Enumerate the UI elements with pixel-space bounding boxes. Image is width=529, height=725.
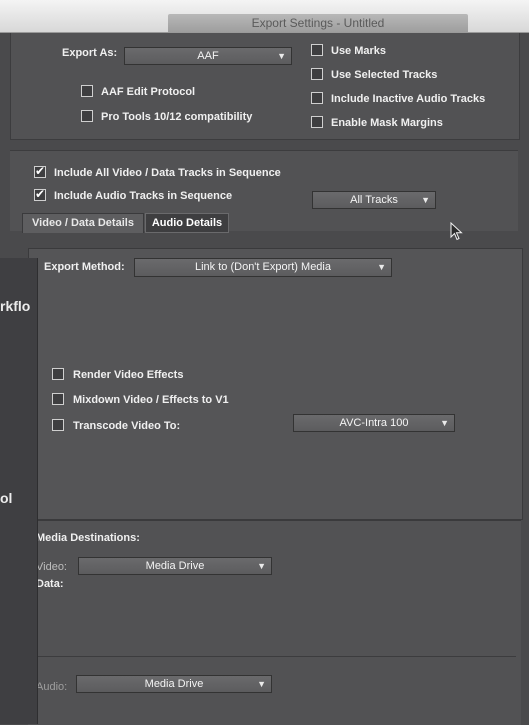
background-window-text-top: rkflo [0,298,31,314]
background-window[interactable]: rkflo ol [0,258,38,724]
mouse-pointer-icon [450,222,463,241]
transcode-codec-value: AVC-Intra 100 [339,417,409,429]
mixdown-video-checkbox[interactable] [52,393,64,405]
audio-destination-value: Media Drive [144,678,204,690]
audio-tracks-value: All Tracks [350,194,398,206]
window-title: Export Settings - Untitled [168,14,468,32]
include-audio-label: Include Audio Tracks in Sequence [54,190,233,202]
transcode-video-checkbox[interactable] [52,419,64,431]
video-destination-label: Video: [36,561,67,573]
background-window-text-bottom: ol [0,490,13,506]
tab-video-data-details[interactable]: Video / Data Details [22,213,144,233]
title-bar: Export Settings - Untitled [0,0,529,33]
video-destination-dropdown[interactable]: Media Drive ▼ [78,557,272,575]
render-video-effects-label: Render Video Effects [73,369,184,381]
include-video-label: Include All Video / Data Tracks in Seque… [54,167,281,179]
export-method-dropdown[interactable]: Link to (Don't Export) Media ▼ [134,258,392,277]
use-selected-tracks-label: Use Selected Tracks [331,69,438,81]
export-as-dropdown[interactable]: AAF ▼ [124,47,292,65]
use-marks-label: Use Marks [331,45,387,57]
include-inactive-audio-checkbox[interactable] [311,92,323,104]
audio-destination-dropdown[interactable]: Media Drive ▼ [76,675,272,693]
aaf-edit-protocol-label: AAF Edit Protocol [101,86,196,98]
export-as-value: AAF [197,50,219,62]
pro-tools-compat-label: Pro Tools 10/12 compatibility [101,111,253,123]
enable-mask-margins-label: Enable Mask Margins [331,117,443,129]
transcode-codec-dropdown[interactable]: AVC-Intra 100 ▼ [293,414,455,432]
chevron-down-icon: ▼ [257,561,266,571]
audio-tracks-dropdown[interactable]: All Tracks ▼ [312,191,436,209]
export-method-value: Link to (Don't Export) Media [195,261,331,273]
tab-audio-details[interactable]: Audio Details [145,213,229,233]
audio-destination-label: Audio: [36,681,68,693]
use-selected-tracks-checkbox[interactable] [311,68,323,80]
use-marks-checkbox[interactable] [311,44,323,56]
render-video-effects-checkbox[interactable] [52,368,64,380]
include-video-checkbox[interactable] [34,164,46,178]
export-method-label: Export Method: [44,261,125,273]
media-destinations-panel [28,520,521,725]
pro-tools-compat-checkbox[interactable] [81,110,93,122]
enable-mask-margins-checkbox[interactable] [311,116,323,128]
transcode-video-label: Transcode Video To: [73,420,181,432]
chevron-down-icon: ▼ [421,195,430,205]
chevron-down-icon: ▼ [277,51,286,61]
video-destination-value: Media Drive [145,560,205,572]
media-destinations-heading: Media Destinations: [36,532,140,544]
chevron-down-icon: ▼ [257,679,266,689]
include-audio-checkbox[interactable] [34,187,46,201]
export-as-label: Export As: [62,47,118,59]
aaf-edit-protocol-checkbox[interactable] [81,85,93,97]
chevron-down-icon: ▼ [377,262,386,272]
mixdown-video-label: Mixdown Video / Effects to V1 [73,394,229,406]
video-data-details-panel [28,248,523,520]
data-destination-label: Data: [36,578,64,590]
include-inactive-audio-label: Include Inactive Audio Tracks [331,93,486,105]
chevron-down-icon: ▼ [440,418,449,428]
divider [36,656,516,657]
